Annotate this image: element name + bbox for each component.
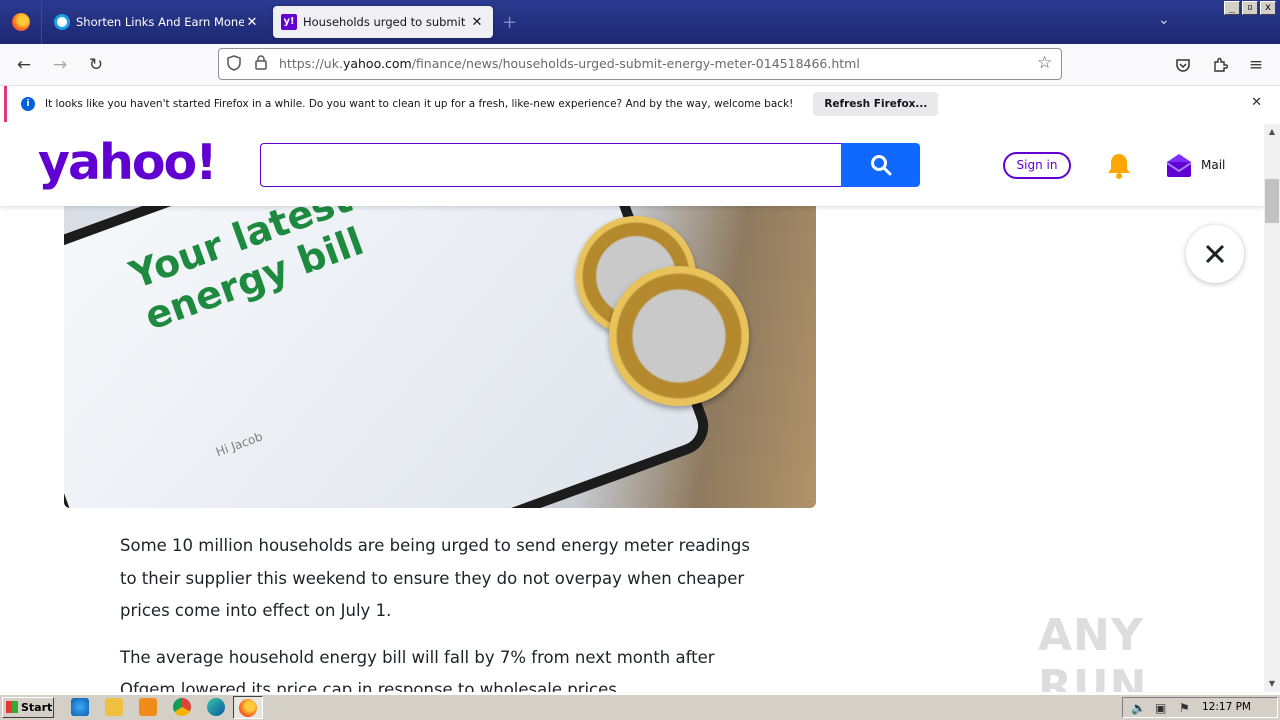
reload-icon[interactable]: ↻ [85,54,107,76]
firefox-refresh-notification: i It looks like you haven't started Fire… [4,86,1276,122]
forward-icon[interactable]: → [49,54,71,76]
cuty-favicon-icon [54,14,70,30]
coin-image [609,266,749,406]
windows-taskbar: Start 🔈 ▣ ⚑ 12:17 PM [0,694,1280,720]
tab-title: Shorten Links And Earn Money | cu [76,15,244,29]
media-player-icon[interactable] [139,698,157,716]
search-icon [870,155,891,176]
firefox-menu-button[interactable] [0,0,42,44]
lock-icon[interactable] [255,55,267,74]
scrollbar-thumb[interactable] [1265,179,1279,223]
url-bar[interactable]: https://uk.yahoo.com/finance/news/househ… [218,48,1062,80]
windows-flag-icon [6,701,18,713]
tab-title: Households urged to submit energ [303,15,469,29]
internet-explorer-icon[interactable] [71,698,89,716]
action-center-flag-icon[interactable]: ⚑ [1179,701,1190,715]
web-page: yahoo! Sign in Mail Your latest energy b… [0,124,1264,692]
yahoo-favicon-icon: y! [281,14,297,30]
tab-close-icon[interactable]: ✕ [469,15,485,30]
url-text: https://uk.yahoo.com/finance/news/househ… [279,56,860,71]
start-button[interactable]: Start [2,697,54,718]
edge-icon[interactable] [207,698,225,716]
article-hero-image: Your latest energy bill Hi Jacob [64,206,816,508]
chrome-icon[interactable] [173,698,191,716]
notification-close-icon[interactable]: ✕ [1251,95,1262,110]
minimize-button[interactable]: _ [1224,1,1240,15]
system-tray: 🔈 ▣ ⚑ 12:17 PM [1122,697,1278,718]
close-ad-button[interactable] [1186,225,1244,283]
bookmark-star-icon[interactable]: ☆ [1037,53,1052,73]
anyrun-watermark: ANY RUN [1038,610,1148,692]
search-input[interactable] [260,143,842,187]
page-scrollbar[interactable]: ▲ ▼ [1264,124,1280,692]
mail-icon[interactable] [1166,152,1192,182]
notification-text: It looks like you haven't started Firefo… [45,98,794,110]
volume-icon[interactable]: 🔈 [1131,701,1146,715]
scroll-up-icon[interactable]: ▲ [1264,124,1280,140]
network-icon[interactable]: ▣ [1155,701,1166,715]
pocket-icon[interactable] [1172,54,1194,76]
new-tab-icon[interactable]: + [502,12,517,33]
article-paragraph: Some 10 million households are being urg… [120,536,750,620]
app-menu-icon[interactable]: ≡ [1245,54,1267,76]
restore-button[interactable]: ▫ [1242,1,1258,15]
navigation-toolbar: ← → ↻ https://uk.yahoo.com/finance/news/… [0,44,1280,86]
close-window-button[interactable]: x [1260,1,1276,15]
window-controls: _ ▫ x [1224,1,1276,15]
list-all-tabs-icon[interactable]: ⌄ [1158,12,1170,28]
article-body: Some 10 million households are being urg… [120,530,750,692]
mail-label[interactable]: Mail [1201,158,1225,172]
yahoo-logo[interactable]: yahoo! [38,134,218,191]
tab-close-icon[interactable]: ✕ [244,15,260,30]
clock[interactable]: 12:17 PM [1202,701,1251,713]
start-label: Start [21,701,53,714]
bell-icon[interactable] [1106,152,1132,184]
back-icon[interactable]: ← [13,54,35,76]
firefox-icon [11,13,30,31]
article-paragraph: The average household energy bill will f… [120,647,715,693]
tab-strip: Shorten Links And Earn Money | cu ✕ y! H… [0,0,1280,44]
taskbar-firefox-button[interactable] [233,696,263,719]
shield-icon[interactable] [227,55,241,75]
sign-in-button[interactable]: Sign in [1003,152,1071,179]
tab-households-urged[interactable]: y! Households urged to submit energ ✕ [273,6,493,38]
firefox-icon [239,699,257,717]
file-explorer-icon[interactable] [105,698,123,716]
info-icon: i [21,97,35,111]
close-icon [1205,244,1225,264]
search-button[interactable] [841,143,920,187]
scroll-down-icon[interactable]: ▼ [1264,676,1280,692]
extensions-icon[interactable] [1209,54,1231,76]
refresh-firefox-button[interactable]: Refresh Firefox... [813,92,939,116]
yahoo-header: yahoo! Sign in Mail [0,124,1264,206]
tab-shorten-links[interactable]: Shorten Links And Earn Money | cu ✕ [46,6,268,38]
